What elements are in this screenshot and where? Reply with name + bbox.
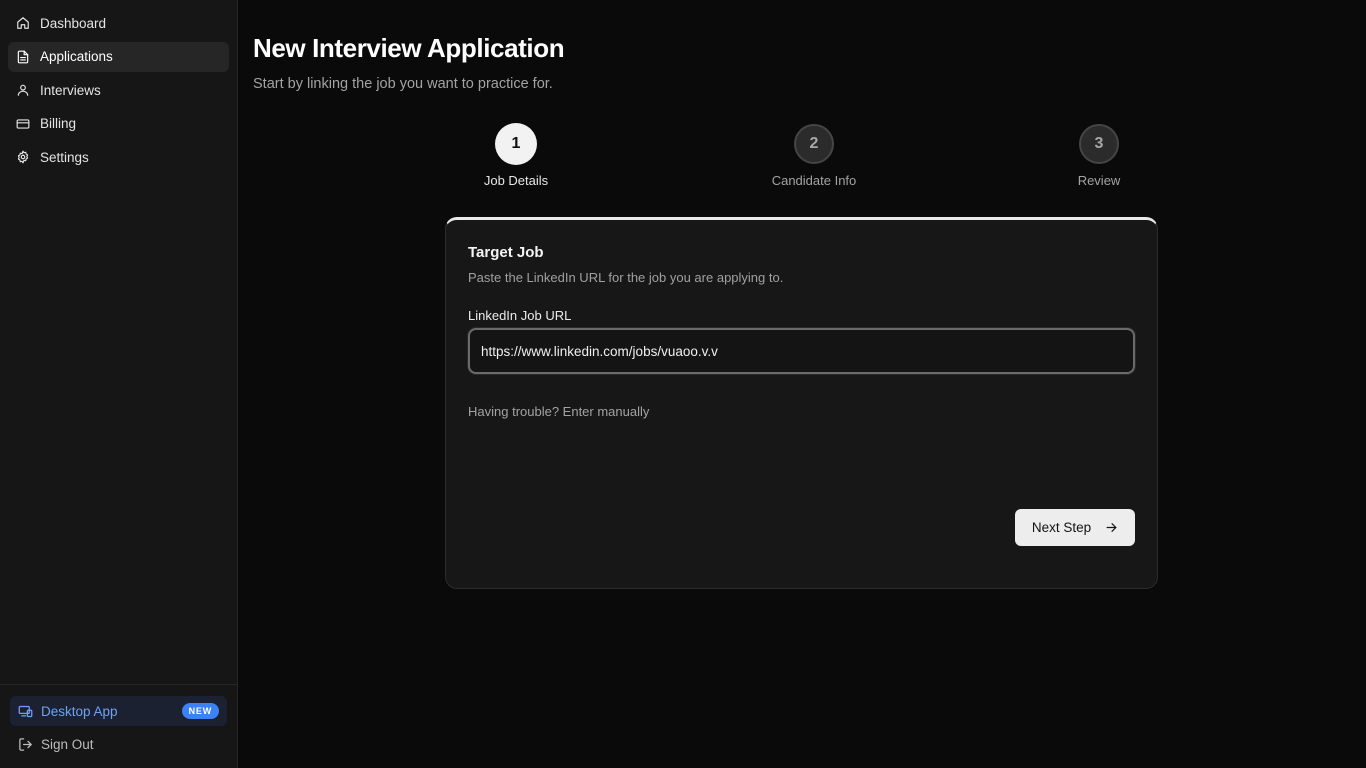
sidebar-item-settings[interactable]: Settings — [8, 142, 229, 172]
step-review: 3 Review — [1019, 124, 1179, 188]
credit-card-icon — [16, 118, 30, 129]
step-label: Job Details — [483, 173, 549, 188]
linkedin-url-label: LinkedIn Job URL — [468, 308, 572, 323]
document-icon — [17, 50, 29, 63]
linkedin-url-input[interactable] — [468, 328, 1135, 374]
sidebar-item-label: Interviews — [40, 82, 101, 98]
step-number: 2 — [794, 124, 834, 164]
sidebar-nav: Dashboard Applications Interviews Billin… — [8, 8, 229, 176]
target-job-card: Target Job Paste the LinkedIn URL for th… — [445, 217, 1158, 589]
step-candidate-info: 2 Candidate Info — [734, 124, 894, 188]
page-title: New Interview Application — [253, 33, 565, 63]
home-icon — [17, 17, 29, 29]
card-description: Paste the LinkedIn URL for the job you a… — [468, 270, 784, 285]
sidebar-item-billing[interactable]: Billing — [8, 109, 229, 139]
page-subtitle: Start by linking the job you want to pra… — [253, 76, 553, 92]
gear-icon — [17, 150, 29, 164]
sidebar-item-label: Billing — [40, 116, 77, 131]
next-step-label: Next Step — [1031, 520, 1092, 535]
desktop-app-label: Desktop App — [41, 703, 118, 719]
sidebar-item-label: Applications — [40, 49, 113, 64]
arrow-right-icon — [1106, 523, 1117, 532]
sidebar-item-applications[interactable]: Applications — [8, 41, 229, 72]
step-label: Review — [1077, 173, 1121, 188]
new-badge: NEW — [181, 703, 219, 719]
desktop-app-button[interactable]: Desktop App NEW — [10, 696, 227, 726]
sidebar-item-label: Dashboard — [40, 15, 107, 31]
sign-out-label: Sign Out — [41, 736, 94, 752]
card-title: Target Job — [468, 244, 544, 261]
step-label: Candidate Info — [771, 173, 857, 188]
devices-icon — [18, 705, 33, 717]
step-number: 3 — [1079, 124, 1119, 164]
next-step-button[interactable]: Next Step — [1015, 509, 1135, 546]
step-number: 1 — [496, 124, 536, 164]
enter-manually-link[interactable]: Having trouble? Enter manually — [468, 404, 649, 419]
step-job-details: 1 Job Details — [436, 124, 596, 188]
sign-out-button[interactable]: Sign Out — [10, 729, 227, 759]
sidebar-item-interviews[interactable]: Interviews — [8, 75, 229, 105]
sidebar-item-dashboard[interactable]: Dashboard — [8, 8, 229, 38]
sign-out-icon — [19, 737, 32, 751]
user-icon — [17, 84, 29, 96]
sidebar: Dashboard Applications Interviews Billin… — [0, 0, 238, 768]
main-content: New Interview Application Start by linki… — [238, 0, 1366, 768]
sidebar-footer: Desktop App NEW Sign Out — [0, 684, 237, 768]
sidebar-item-label: Settings — [40, 149, 89, 165]
